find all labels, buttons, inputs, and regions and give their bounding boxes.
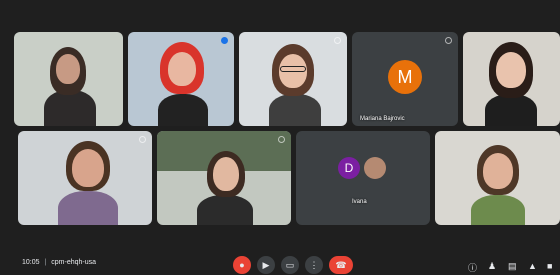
more-icon[interactable] xyxy=(445,37,452,44)
participant-avatar-photo xyxy=(364,157,386,179)
participant-tile[interactable] xyxy=(435,131,560,225)
participant-avatar: D xyxy=(338,157,360,179)
captions-icon[interactable]: ▭ xyxy=(281,256,299,274)
participant-video xyxy=(14,32,123,126)
more-vert-icon[interactable]: ⋮ xyxy=(305,256,323,274)
chat-icon[interactable]: ▤ xyxy=(508,261,517,272)
participant-video xyxy=(18,131,152,225)
meeting-code: cpm-ehqh-usa xyxy=(51,259,97,266)
participant-name: Mariana Bajrovic xyxy=(360,116,405,122)
participant-tile[interactable] xyxy=(18,131,152,225)
participant-video xyxy=(157,131,291,225)
participant-video xyxy=(128,32,234,126)
participant-tile[interactable]: M Mariana Bajrovic xyxy=(352,32,458,126)
meeting-time: 10:05 xyxy=(22,259,40,266)
participant-tile[interactable] xyxy=(157,131,291,225)
meet-stage: M Mariana Bajrovic D Ivana 10:05 | cpm-e… xyxy=(0,0,560,275)
pin-icon[interactable] xyxy=(278,136,285,143)
participant-name: Ivana xyxy=(352,199,367,205)
participant-video xyxy=(239,32,347,126)
participant-tile[interactable] xyxy=(463,32,560,126)
pin-icon[interactable] xyxy=(139,136,146,143)
bottom-toolbar: 10:05 | cpm-ehqh-usa ● ▶ ▭ ⋮ ☎ ⓘ ♟ ▤ ▲ ■ xyxy=(0,248,560,275)
participant-tile[interactable] xyxy=(239,32,347,126)
participant-tile[interactable] xyxy=(14,32,123,126)
mic-off-icon[interactable]: ● xyxy=(233,256,251,274)
call-end-icon[interactable]: ☎ xyxy=(329,256,353,274)
meeting-details: 10:05 | cpm-ehqh-usa xyxy=(22,259,96,266)
camera-icon[interactable]: ▶ xyxy=(257,256,275,274)
meeting-separator: | xyxy=(44,259,47,266)
participant-video xyxy=(435,131,560,225)
participant-avatar: M xyxy=(388,60,422,94)
participant-tile[interactable]: D Ivana xyxy=(296,131,430,225)
participant-video xyxy=(463,32,560,126)
pin-icon[interactable] xyxy=(221,37,228,44)
people-icon[interactable]: ♟ xyxy=(488,261,496,272)
participant-tile[interactable] xyxy=(128,32,234,126)
pin-icon[interactable] xyxy=(334,37,341,44)
activities-icon[interactable]: ▲ xyxy=(528,261,537,271)
info-icon[interactable]: ⓘ xyxy=(468,261,477,274)
lock-icon[interactable]: ■ xyxy=(547,261,552,271)
